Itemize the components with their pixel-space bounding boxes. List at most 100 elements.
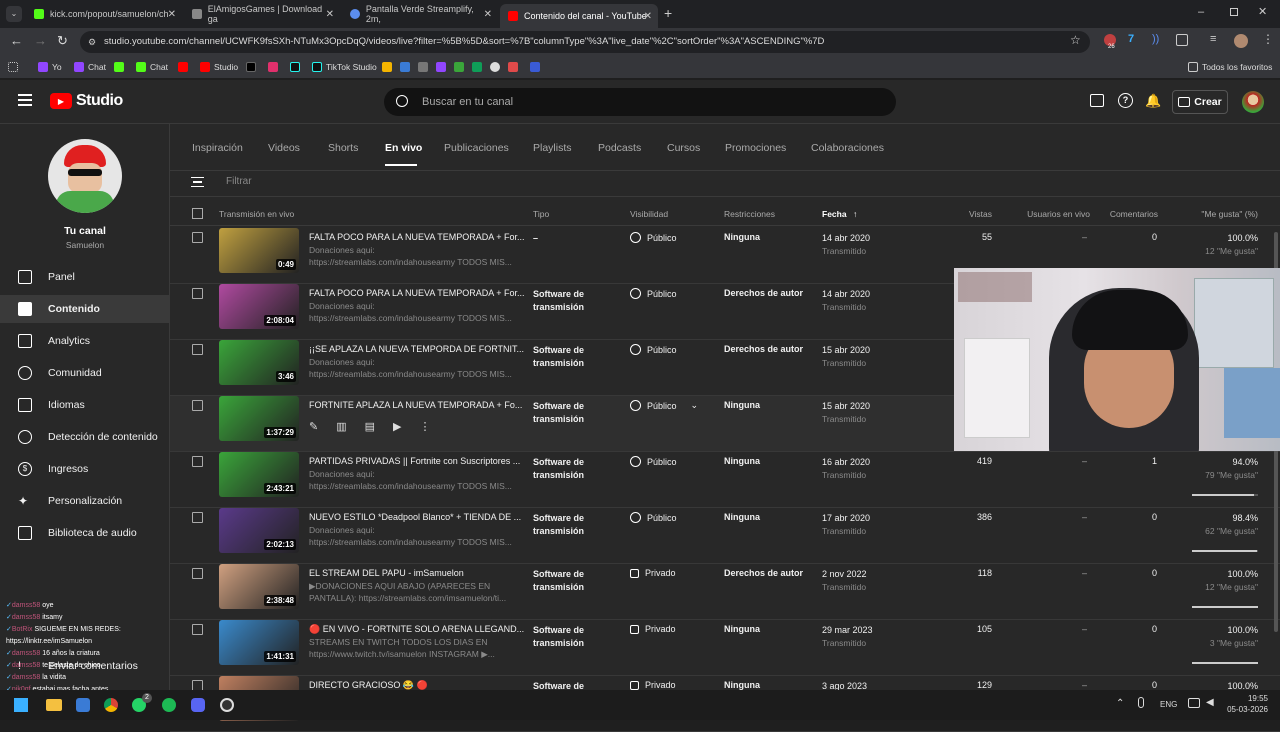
notifications-bell-icon[interactable]: 🔔 [1145,93,1161,109]
bookmark-item[interactable]: TikTok Studio [312,60,377,74]
bookmark-item[interactable] [246,60,256,74]
close-icon[interactable]: ✕ [644,11,652,22]
app-icon[interactable] [76,698,90,712]
visibility-cell[interactable]: Público ⌄ [630,400,698,411]
visibility-cell[interactable]: Público [630,512,677,523]
visibility-cell[interactable]: Privado [630,624,676,634]
tab-cursos[interactable]: Cursos [667,142,700,154]
language-indicator[interactable]: ENG [1160,700,1177,709]
sidebar-item-idiomas[interactable]: Idiomas [0,391,170,419]
chevron-down-icon[interactable]: ⌄ [691,400,699,411]
table-row[interactable]: 1:41:31 🔴 EN VIVO - FORTNITE SOLO ARENA L… [170,620,1280,676]
video-title[interactable]: PARTIDAS PRIVADAS || Fortnite con Suscri… [309,456,520,466]
video-thumbnail[interactable]: 1:41:31 [219,620,299,665]
restore-button[interactable] [1230,8,1238,16]
restrictions-cell[interactable]: Derechos de autor [724,568,803,578]
windows-start-icon[interactable] [14,698,28,712]
col-fecha[interactable]: Fecha ↑ [822,209,857,219]
search-input[interactable]: Buscar en tu canal [384,88,896,116]
row-checkbox[interactable] [192,568,203,579]
obs-icon[interactable] [220,698,234,712]
visibility-cell[interactable]: Privado [630,568,676,578]
row-checkbox[interactable] [192,512,203,523]
select-all-checkbox[interactable] [192,208,203,219]
row-checkbox[interactable] [192,624,203,635]
filter-input[interactable]: Filtrar [226,176,252,187]
help-icon[interactable]: ? [1118,93,1133,108]
profile-avatar[interactable] [1234,34,1248,48]
row-checkbox[interactable] [192,456,203,467]
bookmark-item[interactable] [400,60,410,74]
edit-pencil-icon[interactable]: ✎ [309,420,318,433]
visibility-cell[interactable]: Privado [630,680,676,690]
restrictions-cell[interactable]: Ninguna [724,680,760,690]
video-thumbnail[interactable]: 2:38:48 [219,564,299,609]
feedback-icon[interactable] [1090,94,1104,107]
clock-date[interactable]: 05-03-2026 [1220,705,1268,714]
reload-icon[interactable]: ↻ [57,33,68,49]
url-field[interactable]: ⚙ studio.youtube.com/channel/UCWFK9fsSXh… [80,31,1090,53]
bookmark-item[interactable] [508,60,518,74]
hamburger-menu-icon[interactable] [18,94,32,106]
channel-avatar[interactable] [48,139,122,213]
visibility-cell[interactable]: Público [630,288,677,299]
bookmark-item[interactable] [530,60,540,74]
row-checkbox[interactable] [192,400,203,411]
bookmark-item[interactable]: Chat [136,60,168,74]
account-avatar[interactable] [1242,91,1264,113]
restrictions-cell[interactable]: Ninguna [724,456,760,466]
video-title[interactable]: ¡¡SE APLAZA LA NUEVA TEMPORDA DE FORTNIT… [309,344,524,354]
row-checkbox[interactable] [192,344,203,355]
bookmark-item[interactable]: Chat [74,60,106,74]
tab-shorts[interactable]: Shorts [328,142,358,154]
extensions-puzzle-icon[interactable] [1176,34,1188,46]
restrictions-cell[interactable]: Ninguna [724,232,760,242]
restrictions-cell[interactable]: Ninguna [724,624,760,634]
sidebar-item-panel[interactable]: Panel [0,263,170,291]
volume-icon[interactable]: ◀ [1206,697,1214,708]
video-title[interactable]: NUEVO ESTILO *Deadpool Blanco* + TIENDA … [309,512,521,522]
tab-publicaciones[interactable]: Publicaciones [444,142,509,154]
visibility-cell[interactable]: Público [630,456,677,467]
bookmark-item[interactable] [382,60,392,74]
browser-tab[interactable]: kick.com/popout/samuelon/ch ✕ [26,4,182,24]
spotify-icon[interactable] [162,698,176,712]
browser-tab-active[interactable]: Contenido del canal - YouTube ✕ [500,4,658,28]
restrictions-cell[interactable]: Derechos de autor [724,288,803,298]
video-thumbnail[interactable]: 3:46 [219,340,299,385]
back-icon[interactable]: ← [10,33,23,48]
visibility-cell[interactable]: Público [630,344,677,355]
visibility-cell[interactable]: Público [630,232,677,243]
tab-playlists[interactable]: Playlists [533,142,572,154]
sidebar-item-comunidad[interactable]: Comunidad [0,359,170,387]
tab-colaboraciones[interactable]: Colaboraciones [811,142,884,154]
chrome-icon[interactable] [104,698,118,712]
wifi-icon[interactable] [1188,698,1200,708]
sidebar-item-ingresos[interactable]: $ Ingresos [0,455,170,483]
discord-icon[interactable] [191,698,205,712]
bookmark-item[interactable] [454,60,464,74]
studio-logo[interactable]: ▶ Studio [50,92,123,110]
bookmark-star-icon[interactable]: ☆ [1070,33,1081,47]
tab-podcasts[interactable]: Podcasts [598,142,641,154]
clock-time[interactable]: 19:55 [1220,694,1268,703]
extension-icon[interactable]: )) [1152,33,1159,45]
new-tab-button[interactable]: + [664,5,672,21]
tab-promociones[interactable]: Promociones [725,142,786,154]
tray-chevron-icon[interactable]: ⌃ [1116,698,1124,709]
bookmark-item[interactable] [490,60,500,74]
row-checkbox[interactable] [192,288,203,299]
video-thumbnail[interactable]: 2:02:13 [219,508,299,553]
close-window-button[interactable]: ✕ [1258,5,1267,18]
microphone-icon[interactable] [1138,697,1144,708]
sidebar-item-analytics[interactable]: Analytics [0,327,170,355]
reading-list-icon[interactable]: ≡ [1210,33,1216,45]
youtube-play-icon[interactable]: ▶ [393,420,401,433]
table-row[interactable]: 2:38:48 EL STREAM DEL PAPU - imSamuelon ▶D… [170,564,1280,620]
bookmark-item[interactable] [114,60,124,74]
row-checkbox[interactable] [192,232,203,243]
sidebar-item-biblioteca[interactable]: Biblioteca de audio [0,519,170,547]
restrictions-cell[interactable]: Ninguna [724,512,760,522]
tab-videos[interactable]: Videos [268,142,300,154]
video-thumbnail[interactable]: 0:49 [219,228,299,273]
